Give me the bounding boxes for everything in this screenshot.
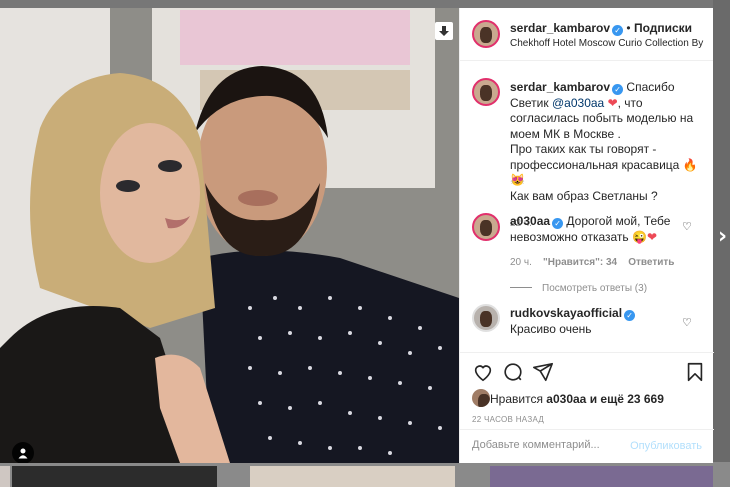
post-header: serdar_kambarov ✓ • Подписки Chekhoff Hot… (460, 8, 713, 61)
comments-list[interactable]: serdar_kambarov ✓ Спасибо Светик @a030aa … (460, 62, 714, 352)
follow-button[interactable]: Подписки (634, 21, 692, 35)
comment-icon[interactable] (502, 361, 524, 383)
heart-icon[interactable]: ♡ (682, 316, 692, 329)
avatar[interactable] (472, 304, 500, 332)
likes-user[interactable]: a030aa (546, 392, 586, 406)
mention-link[interactable]: @a030aa (552, 96, 604, 110)
add-comment-form: Опубликовать (460, 429, 714, 464)
comment: rudkovskayaofficial ✓ Красиво очень (510, 306, 680, 337)
caption-text-4: Как вам образ Светланы ? (510, 188, 658, 203)
avatar[interactable] (472, 213, 500, 241)
grid-thumbnail[interactable] (0, 466, 10, 487)
post-photo[interactable] (0, 8, 459, 463)
comment-username[interactable]: rudkovskayaofficial (510, 306, 622, 320)
view-replies-button[interactable]: Посмотреть ответы (3) (510, 281, 680, 297)
verified-icon: ✓ (612, 25, 624, 36)
avatar[interactable] (472, 20, 500, 48)
separator-dot: • (626, 21, 634, 35)
caption-text-3: Про таких как ты говорят - профессиональ… (510, 142, 680, 172)
grid-thumbnail[interactable] (250, 466, 455, 487)
likes-suffix[interactable]: и ещё 23 669 (590, 392, 664, 406)
user-tag-icon[interactable] (12, 442, 34, 463)
reply-button[interactable]: Ответить (628, 257, 674, 268)
heart-icon[interactable]: ♡ (682, 220, 692, 233)
caption-username[interactable]: serdar_kambarov (510, 80, 610, 94)
comment-likes[interactable]: "Нравится": 34 (543, 257, 617, 268)
heart-icon[interactable] (472, 361, 494, 383)
view-replies-label: Посмотреть ответы (3) (542, 282, 648, 294)
caption: serdar_kambarov ✓ Спасибо Светик @a030aa … (510, 80, 704, 232)
laugh-emoji: 😜 (632, 229, 647, 244)
comment: a030aa ✓ Дорогой мой, Тебе невозможно отк… (510, 214, 680, 296)
post-details-panel: serdar_kambarov ✓ • Подписки Chekhoff Hot… (459, 8, 714, 463)
comment-input[interactable] (472, 439, 622, 451)
publish-button[interactable]: Опубликовать (630, 440, 702, 452)
location-link[interactable]: Chekhoff Hotel Moscow Curio Collection B… (510, 38, 706, 49)
photo-illustration (0, 8, 459, 463)
fire-emoji: 🔥 (682, 157, 698, 172)
post-timestamp[interactable]: 22 ЧАСОВ НАЗАД (472, 415, 544, 424)
grid-thumbnail[interactable] (12, 466, 217, 487)
red-heart-emoji: ❤ (607, 95, 618, 110)
red-heart-emoji: ❤ (646, 229, 658, 244)
verified-icon: ✓ (552, 218, 564, 229)
likes-prefix: Нравится (490, 392, 543, 406)
verified-icon: ✓ (624, 310, 636, 321)
verified-icon: ✓ (612, 84, 624, 95)
likes-summary[interactable]: Нравится a030aa и ещё 23 669 (490, 392, 664, 406)
avatar[interactable] (472, 389, 490, 407)
post-actions: Нравится a030aa и ещё 23 669 22 ЧАСОВ НА… (460, 352, 714, 463)
comment-meta: 20 ч. "Нравится": 34 Ответить (510, 255, 680, 271)
comment-time: 20 ч. (510, 257, 532, 268)
grid-thumbnail[interactable] (490, 466, 713, 487)
author-username[interactable]: serdar_kambarov (510, 21, 610, 35)
bookmark-icon[interactable] (684, 361, 706, 383)
chevron-right-icon[interactable]: › (718, 224, 727, 249)
author-line: serdar_kambarov ✓ • Подписки (510, 21, 692, 36)
comment-text: Красиво очень (510, 321, 592, 336)
avatar[interactable] (472, 78, 500, 106)
download-icon[interactable] (435, 22, 453, 40)
share-icon[interactable] (532, 361, 554, 383)
cat-emoji: 😻 (510, 173, 525, 187)
comment-username[interactable]: a030aa (510, 214, 550, 228)
